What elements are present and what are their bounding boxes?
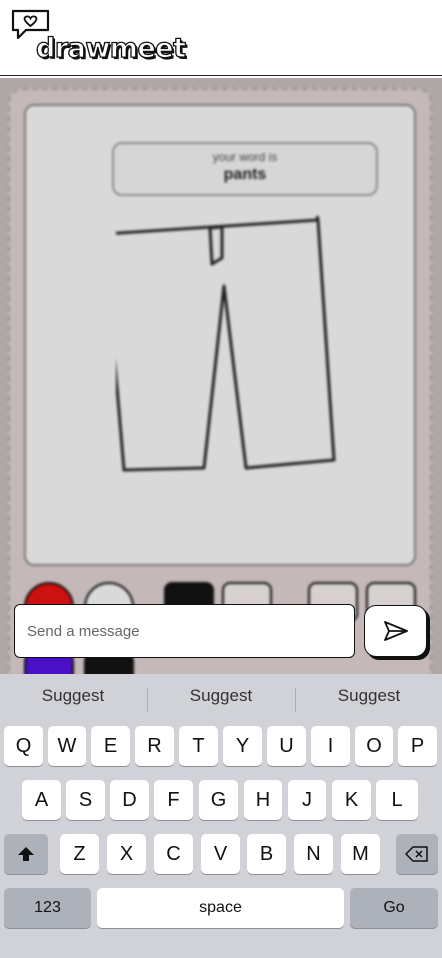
key-m[interactable]: M [341, 834, 380, 874]
key-k[interactable]: K [332, 780, 371, 820]
key-l[interactable]: L [376, 780, 418, 820]
key-o[interactable]: O [355, 726, 393, 766]
suggestion-2[interactable]: Suggest [148, 686, 294, 706]
shift-key[interactable] [4, 834, 48, 874]
app: drawmeet your word is pants Send a messa… [0, 0, 442, 958]
key-q[interactable]: Q [4, 726, 43, 766]
key-i[interactable]: I [311, 726, 350, 766]
suggestion-3[interactable]: Suggest [296, 686, 442, 706]
key-b[interactable]: B [247, 834, 286, 874]
key-n[interactable]: N [294, 834, 333, 874]
key-t[interactable]: T [179, 726, 218, 766]
backspace-key[interactable] [396, 834, 438, 874]
key-e[interactable]: E [91, 726, 130, 766]
message-input[interactable] [14, 604, 355, 658]
key-v[interactable]: V [201, 834, 240, 874]
key-c[interactable]: C [154, 834, 193, 874]
space-key[interactable]: space [97, 888, 344, 928]
key-x[interactable]: X [107, 834, 146, 874]
key-z[interactable]: Z [60, 834, 99, 874]
word-box: your word is pants [112, 142, 378, 196]
backspace-icon [405, 846, 428, 862]
app-logo-text: drawmeet [35, 32, 186, 64]
key-d[interactable]: D [110, 780, 149, 820]
suggestion-1[interactable]: Suggest [0, 686, 146, 706]
suggestion-bar: Suggest Suggest Suggest [0, 674, 442, 724]
key-u[interactable]: U [267, 726, 306, 766]
numbers-key[interactable]: 123 [4, 888, 91, 928]
key-r[interactable]: R [135, 726, 174, 766]
keyboard: Suggest Suggest Suggest Q W E R T Y U I … [0, 674, 442, 958]
game-stage: your word is pants [0, 78, 442, 674]
drawing-canvas[interactable]: your word is pants [24, 104, 416, 566]
key-a[interactable]: A [22, 780, 61, 820]
header: drawmeet [0, 0, 442, 76]
key-h[interactable]: H [244, 780, 282, 820]
go-key[interactable]: Go [350, 888, 438, 928]
send-button[interactable] [364, 605, 427, 657]
key-p[interactable]: P [398, 726, 437, 766]
key-j[interactable]: J [288, 780, 326, 820]
key-s[interactable]: S [66, 780, 105, 820]
shift-arrow-icon [18, 847, 34, 861]
game-stage-blurred: your word is pants [0, 78, 442, 674]
key-y[interactable]: Y [223, 726, 262, 766]
pants-drawing [116, 216, 336, 472]
key-w[interactable]: W [48, 726, 86, 766]
key-g[interactable]: G [199, 780, 238, 820]
key-f[interactable]: F [154, 780, 193, 820]
word-value: pants [223, 166, 267, 183]
send-icon [383, 621, 408, 641]
word-caption: your word is [212, 150, 278, 164]
